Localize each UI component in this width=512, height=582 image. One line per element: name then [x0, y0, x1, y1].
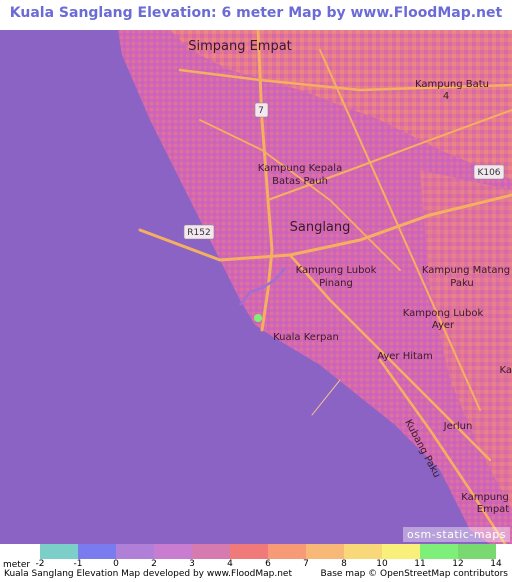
- legend-swatches: [40, 544, 496, 559]
- legend-swatch-10: [420, 544, 458, 559]
- place-sanglang: Sanglang: [290, 220, 351, 235]
- legend-swatch-2: [116, 544, 154, 559]
- road-label-7: 7: [258, 106, 264, 116]
- footer-basemap-credit[interactable]: Base map © OpenStreetMap contributors: [321, 569, 508, 579]
- place-kampong-lubok-ayer-line2: Ayer: [432, 320, 455, 331]
- place-kampung-empat-line2: Empat: [477, 504, 510, 515]
- elevation-map[interactable]: R152 K106 7 Simpang Empat Kampung Batu 4…: [0, 30, 512, 544]
- place-kampong-lubok-ayer-line1: Kampong Lubok: [403, 308, 484, 319]
- legend-swatch-1: [78, 544, 116, 559]
- place-kampung-matang-line1: Kampung Matang: [422, 265, 510, 276]
- road-label-r152: R152: [187, 228, 210, 238]
- place-ayer-hitam: Ayer Hitam: [377, 351, 433, 362]
- legend-swatch-0: [40, 544, 78, 559]
- legend-swatch-7: [306, 544, 344, 559]
- place-kampung-lubok-pinang-line1: Kampung Lubok: [296, 265, 377, 276]
- place-kampung-matang-line2: Paku: [450, 278, 474, 289]
- place-kampung-kepala-line2: Batas Pauh: [272, 176, 328, 187]
- place-kampung-batu-number: 4: [443, 91, 449, 102]
- road-shield-r152: R152: [183, 224, 215, 240]
- place-kuala-kerpan: Kuala Kerpan: [273, 332, 339, 343]
- legend-swatch-3: [154, 544, 192, 559]
- road-shield-7: 7: [254, 102, 269, 118]
- map-canvas[interactable]: R152 K106 7 Simpang Empat Kampung Batu 4…: [0, 30, 512, 544]
- legend-swatch-9: [382, 544, 420, 559]
- road-label-k106: K106: [477, 168, 500, 178]
- elevation-legend: meter -2 -1 0 2 3 4 6 7 8 10 11 12 14: [0, 544, 512, 570]
- place-ka-partial: Ka: [499, 365, 512, 376]
- place-kampung-kepala-line1: Kampung Kepala: [258, 163, 342, 174]
- osm-static-maps-badge: osm-static-maps: [403, 527, 510, 542]
- legend-swatch-4: [192, 544, 230, 559]
- footer-credit[interactable]: Kuala Sanglang Elevation Map developed b…: [4, 569, 292, 579]
- legend-swatch-5: [230, 544, 268, 559]
- place-kampung-batu: Kampung Batu: [415, 79, 489, 90]
- place-kampung-lubok-pinang-line2: Pinang: [319, 278, 353, 289]
- place-kampung-empat-line1: Kampung: [461, 492, 509, 503]
- place-simpang-empat: Simpang Empat: [188, 39, 292, 54]
- page-title: Kuala Sanglang Elevation: 6 meter Map by…: [9, 5, 503, 47]
- footer: Kuala Sanglang Elevation Map developed b…: [0, 568, 512, 582]
- legend-swatch-8: [344, 544, 382, 559]
- legend-swatch-11: [458, 544, 496, 559]
- road-shield-k106: K106: [473, 164, 505, 180]
- green-spot: [254, 314, 262, 322]
- place-jerlun: Jerlun: [443, 421, 473, 432]
- legend-swatch-6: [268, 544, 306, 559]
